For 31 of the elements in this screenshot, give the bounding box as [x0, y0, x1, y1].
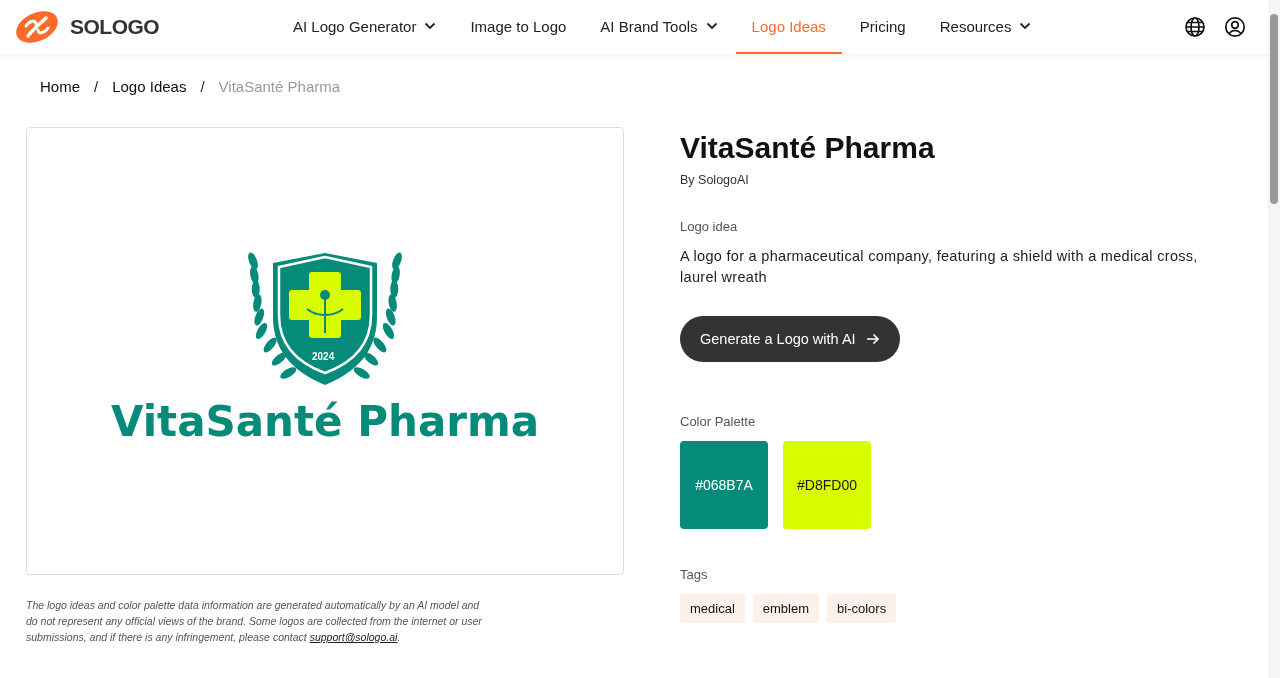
tag-chip[interactable]: emblem	[752, 594, 820, 623]
logo-year: 2024	[312, 350, 335, 363]
logo-title: VitaSanté Pharma	[680, 131, 936, 165]
scrollbar[interactable]	[1268, 0, 1280, 678]
logo-wordmark: VitaSanté Pharma	[110, 396, 540, 446]
breadcrumb-separator: /	[200, 78, 205, 95]
breadcrumb-link[interactable]: Logo Ideas	[112, 78, 187, 95]
nav-link[interactable]: Image to Logo	[454, 0, 583, 54]
generate-logo-button[interactable]: Generate a Logo with AI	[680, 316, 900, 362]
nav-link[interactable]: AI Brand Tools	[584, 0, 734, 54]
nav-link[interactable]: Pricing	[843, 0, 922, 54]
color-swatch[interactable]: #D8FD00	[783, 441, 871, 529]
nav-link[interactable]: AI Logo Generator	[277, 0, 453, 54]
section-label: Tags	[680, 567, 709, 582]
author-text: By SologoAI	[680, 173, 750, 187]
arrow-right-icon	[865, 333, 880, 345]
account-icon[interactable]	[1224, 16, 1246, 38]
section-label: Logo idea	[680, 219, 739, 234]
tag-chip[interactable]: medical	[680, 594, 745, 623]
current-page-label: VitaSanté Pharma	[218, 78, 341, 95]
disclaimer-text: The logo ideas and color palette data information are generated automatically by an AI model and do not represent any official views of the brand. Some logos are collected from the internet or user submissions, and if there is any infringement, please contact support@sologo.ai.	[26, 598, 483, 645]
breadcrumb-link[interactable]: Home	[40, 78, 80, 95]
brand-logo-icon[interactable]	[14, 10, 60, 44]
color-swatch[interactable]: #068B7A	[680, 441, 768, 529]
nav-link[interactable]: Resources	[923, 0, 1048, 54]
section-label: Color Palette	[680, 414, 757, 429]
idea-description: A logo for a pharmaceutical company, featuring a shield with a medical cross, laurel wreath	[680, 247, 1199, 287]
brand-name[interactable]: SOLOGO	[70, 15, 160, 39]
breadcrumb-separator: /	[94, 78, 99, 95]
globe-icon[interactable]	[1184, 16, 1206, 38]
tag-chip[interactable]: bi-colors	[827, 594, 897, 623]
